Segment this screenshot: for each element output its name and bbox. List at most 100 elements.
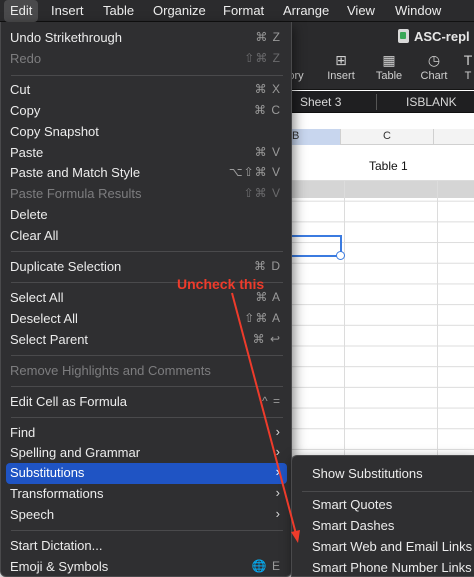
menu-item-label: Find: [10, 425, 36, 440]
menu-item-undo-strikethrough[interactable]: Undo Strikethrough ⌘ Z: [6, 28, 287, 49]
menu-item-copy[interactable]: Copy ⌘ C: [6, 101, 287, 122]
menu-item-shortcut: ⌘ X: [254, 82, 281, 96]
menu-item-shortcut: ⌘ D: [254, 259, 281, 273]
menu-item-shortcut: ⇧⌘ A: [244, 311, 281, 325]
chevron-right-icon: ›: [275, 485, 280, 500]
menu-table[interactable]: Table: [97, 0, 140, 22]
tab-sheet-3[interactable]: Sheet 3: [300, 91, 341, 113]
menu-item-clear-all[interactable]: Clear All: [6, 226, 287, 247]
insert-toolbar-button[interactable]: ⊞ Insert: [321, 50, 361, 82]
menu-item-label: Remove Highlights and Comments: [10, 363, 211, 378]
text-toolbar-button[interactable]: T T: [458, 50, 474, 82]
column-b-label: B: [292, 130, 300, 142]
menu-item-label: Copy Snapshot: [10, 124, 99, 139]
table-toolbar-label: Table: [375, 70, 403, 82]
chart-toolbar-label: Chart: [420, 70, 448, 82]
menu-item-label: Paste and Match Style: [10, 165, 141, 180]
menu-item-cut[interactable]: Cut ⌘ X: [6, 80, 287, 101]
menu-item-emoji-and-symbols[interactable]: Emoji & Symbols 🌐 E: [6, 557, 287, 577]
tab-isblank[interactable]: ISBLANK: [406, 91, 457, 113]
chart-clock-icon: ◷: [427, 52, 441, 68]
submenu-item-smart-dashes[interactable]: Smart Dashes: [312, 518, 394, 539]
submenu-item-smart-quotes[interactable]: Smart Quotes: [312, 497, 392, 518]
menu-item-find[interactable]: Find ›: [6, 423, 287, 444]
table-title[interactable]: Table 1: [369, 159, 408, 173]
menu-window[interactable]: Window: [389, 0, 447, 22]
insert-plus-icon: ⊞: [335, 52, 347, 68]
document-title-text: ASC-repl: [414, 28, 470, 44]
menu-item-label: Spelling and Grammar: [10, 445, 141, 460]
edit-menu-dropdown: Undo Strikethrough ⌘ Z Redo ⇧⌘ Z Cut ⌘ X…: [0, 22, 292, 577]
menu-item-label: Emoji & Symbols: [10, 559, 109, 574]
menu-item-duplicate-selection[interactable]: Duplicate Selection ⌘ D: [6, 257, 287, 278]
table-grid-icon: ▦: [382, 52, 396, 68]
menu-item-shortcut: ⌘ V: [254, 145, 281, 159]
menu-item-transformations[interactable]: Transformations ›: [6, 484, 287, 505]
document-title[interactable]: ASC-repl: [398, 27, 470, 45]
menu-item-shortcut: ⌘ A: [255, 290, 281, 304]
menu-item-spelling-and-grammar[interactable]: Spelling and Grammar ›: [6, 443, 287, 464]
menu-separator: [11, 355, 283, 356]
menu-bar: Edit Insert Table Organize Format Arrang…: [0, 0, 474, 22]
chevron-right-icon: ›: [275, 464, 280, 479]
menu-item-start-dictation[interactable]: Start Dictation...: [6, 536, 287, 557]
menu-separator: [11, 530, 283, 531]
menu-view[interactable]: View: [341, 0, 381, 22]
menu-item-label: Paste Formula Results: [10, 186, 142, 201]
menu-item-shortcut: ⇧⌘ Z: [244, 51, 281, 65]
menu-item-label: Start Dictation...: [10, 538, 103, 553]
chart-toolbar-button[interactable]: ◷ Chart: [414, 50, 454, 82]
text-icon: T: [463, 52, 473, 68]
menu-arrange[interactable]: Arrange: [277, 0, 335, 22]
submenu-item-smart-phone-number-links[interactable]: Smart Phone Number Links: [312, 560, 472, 577]
menu-item-shortcut: ⌘ Z: [255, 30, 281, 44]
submenu-item-show-substitutions[interactable]: Show Substitutions: [312, 466, 423, 487]
menu-separator: [11, 75, 283, 76]
menu-item-paste-formula-results: Paste Formula Results ⇧⌘ V: [6, 184, 287, 205]
menu-organize[interactable]: Organize: [147, 0, 212, 22]
menu-item-select-parent[interactable]: Select Parent ⌘ ↩: [6, 330, 287, 351]
substitutions-submenu: Show Substitutions Smart Quotes Smart Da…: [291, 455, 474, 577]
tab-divider: [376, 94, 377, 110]
menu-item-label: Transformations: [10, 486, 104, 501]
menu-format[interactable]: Format: [217, 0, 270, 22]
menu-item-shortcut: ⇧⌘ V: [243, 186, 281, 200]
menu-item-copy-snapshot[interactable]: Copy Snapshot: [6, 122, 287, 143]
table-toolbar-button[interactable]: ▦ Table: [370, 50, 408, 82]
column-c-label[interactable]: C: [383, 130, 391, 142]
insert-toolbar-label: Insert: [327, 70, 355, 82]
menu-item-shortcut: ⌘ ↩: [252, 332, 281, 346]
menu-item-shortcut: ⌥⇧⌘ V: [228, 165, 281, 179]
menu-item-label: Speech: [10, 507, 55, 522]
menu-item-label: Duplicate Selection: [10, 259, 122, 274]
menu-item-label: Clear All: [10, 228, 59, 243]
submenu-item-smart-web-and-email-links[interactable]: Smart Web and Email Links: [312, 539, 472, 560]
menu-item-paste[interactable]: Paste ⌘ V: [6, 143, 287, 164]
menu-item-delete[interactable]: Delete: [6, 205, 287, 226]
menu-item-substitutions[interactable]: Substitutions ›: [6, 463, 287, 484]
menu-insert[interactable]: Insert: [45, 0, 90, 22]
menu-item-edit-cell-as-formula[interactable]: Edit Cell as Formula ^ =: [6, 392, 287, 413]
menu-item-deselect-all[interactable]: Deselect All ⇧⌘ A: [6, 309, 287, 330]
menu-item-label: Select Parent: [10, 332, 89, 347]
menu-item-shortcut: ⌘ C: [254, 103, 281, 117]
menu-item-label: Deselect All: [10, 311, 78, 326]
menu-item-label: Cut: [10, 82, 31, 97]
menu-separator: [11, 417, 283, 418]
menu-separator: [11, 251, 283, 252]
menu-item-label: Copy: [10, 103, 41, 118]
menu-edit[interactable]: Edit: [4, 0, 39, 22]
menu-item-label: Redo: [10, 51, 42, 66]
menu-separator: [302, 491, 472, 492]
menu-item-speech[interactable]: Speech ›: [6, 505, 287, 526]
menu-item-label: Select All: [10, 290, 64, 305]
menu-item-shortcut: 🌐 E: [251, 559, 281, 573]
menu-item-label: Delete: [10, 207, 48, 222]
menu-separator: [11, 386, 283, 387]
menu-item-paste-and-match-style[interactable]: Paste and Match Style ⌥⇧⌘ V: [6, 163, 287, 184]
spreadsheet-file-icon: [398, 29, 409, 43]
menu-item-label: Substitutions: [10, 465, 85, 480]
menu-item-redo: Redo ⇧⌘ Z: [6, 49, 287, 70]
menu-item-label: Undo Strikethrough: [10, 30, 123, 45]
text-toolbar-label: T: [464, 70, 472, 82]
